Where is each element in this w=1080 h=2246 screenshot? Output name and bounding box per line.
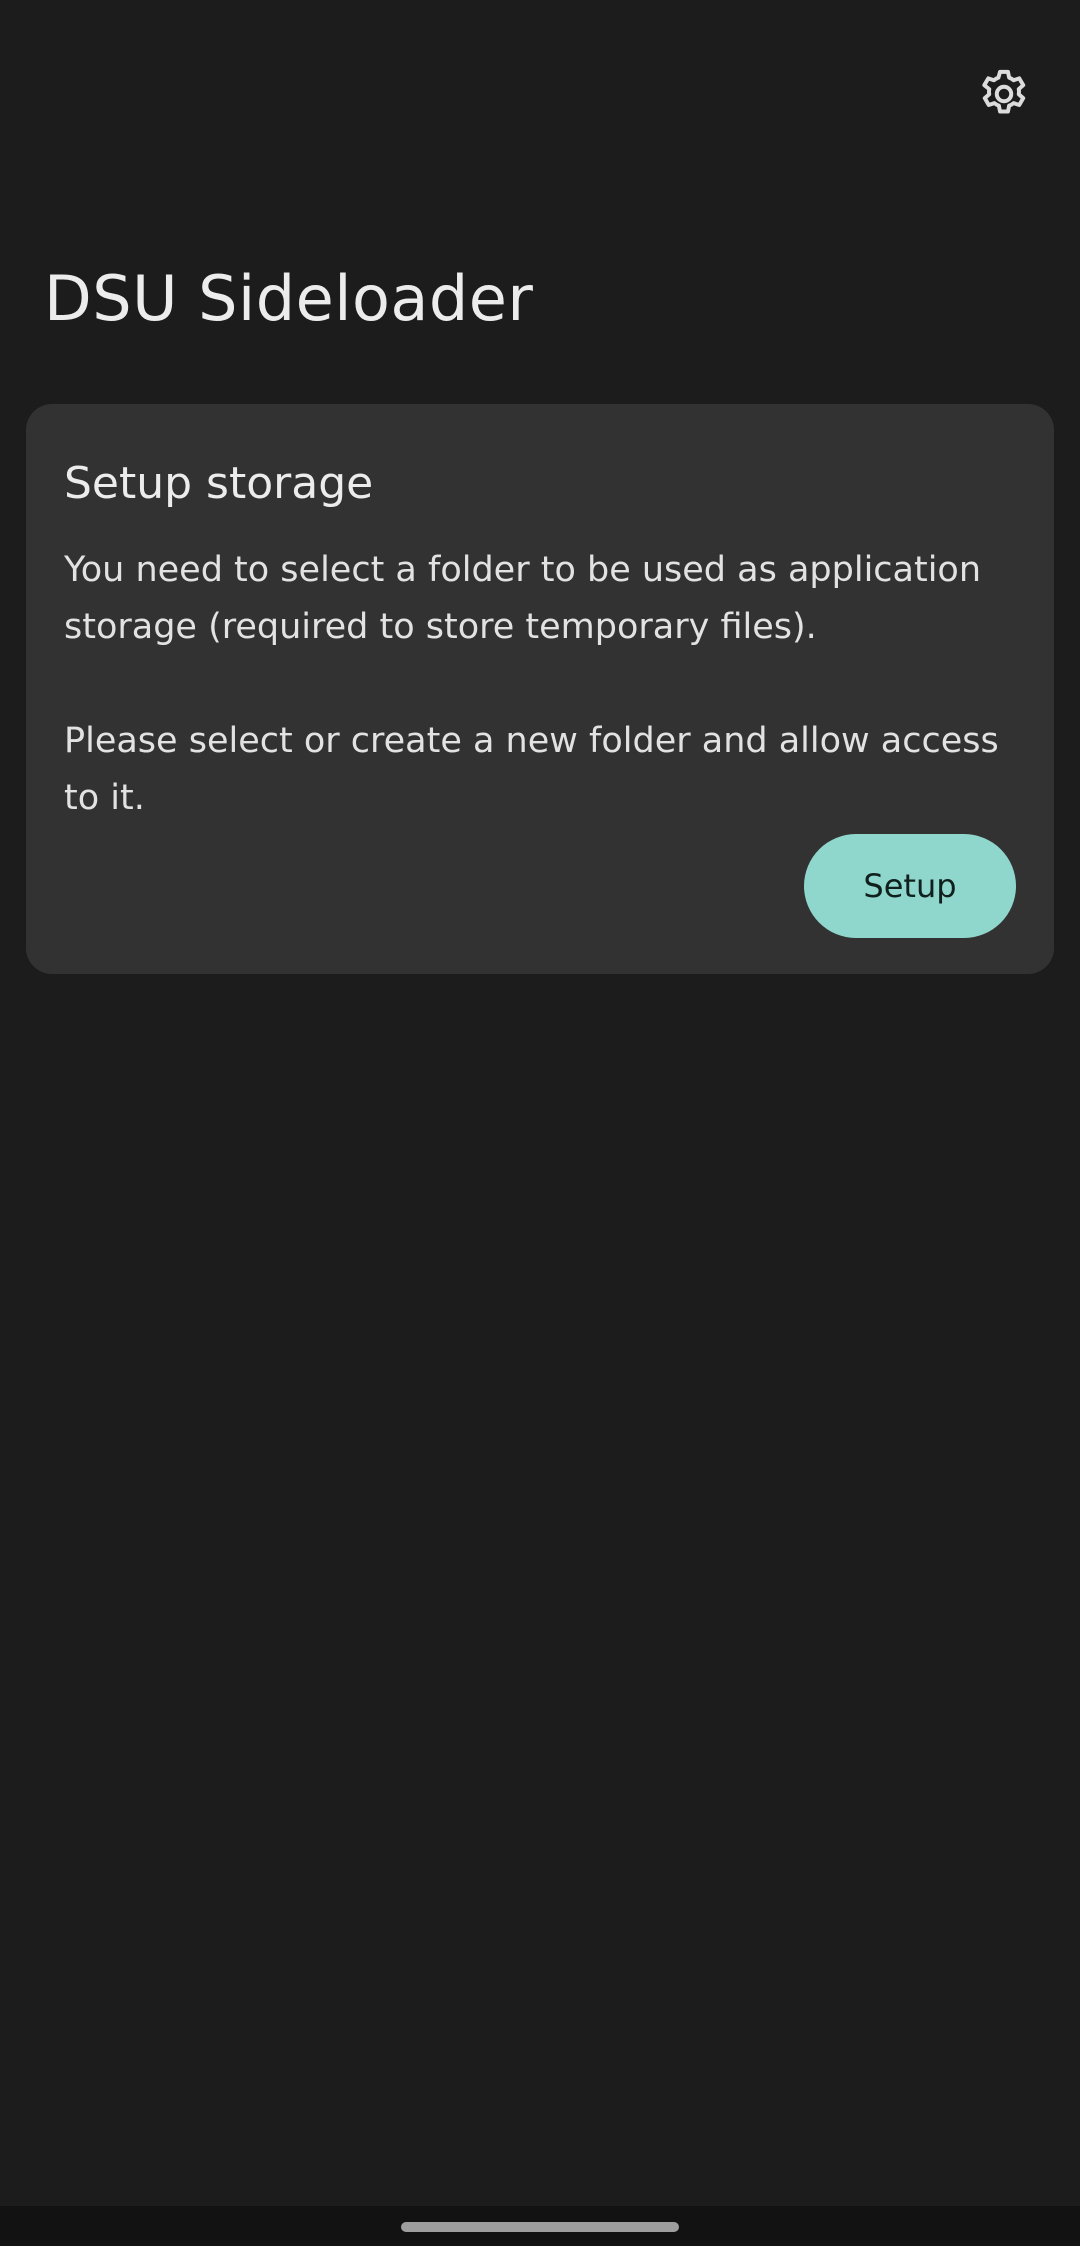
page-title: DSU Sideloader (44, 262, 534, 335)
gesture-handle[interactable] (401, 2222, 679, 2232)
navigation-bar (0, 2206, 1080, 2246)
card-paragraph-folder-instruction: Please select or create a new folder and… (64, 721, 999, 818)
card-paragraph-storage-requirement: You need to select a folder to be used a… (64, 550, 982, 647)
setup-button[interactable]: Setup (804, 834, 1016, 938)
settings-button[interactable] (962, 52, 1046, 136)
card-description: You need to select a folder to be used a… (64, 542, 1016, 827)
card-title: Setup storage (64, 458, 374, 509)
gear-icon (976, 66, 1032, 122)
setup-storage-card: Setup storage You need to select a folde… (26, 404, 1054, 974)
